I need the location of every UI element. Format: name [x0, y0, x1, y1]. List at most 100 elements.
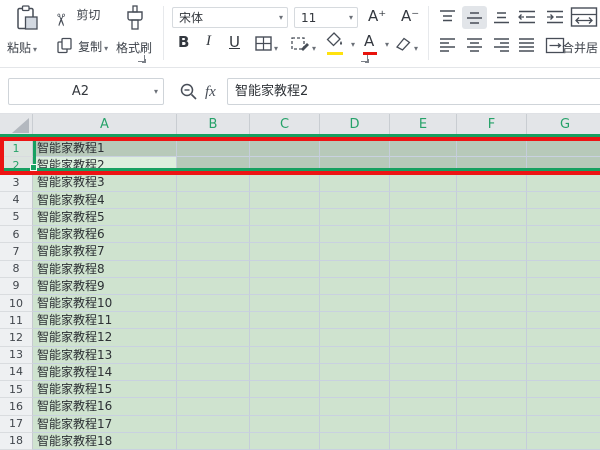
column-header-A[interactable]: A — [33, 114, 177, 135]
cell-B7[interactable] — [177, 243, 250, 261]
cell-G17[interactable] — [527, 415, 600, 433]
increase-indent-button[interactable] — [545, 9, 565, 29]
cell-B10[interactable] — [177, 294, 250, 313]
cell-B11[interactable] — [177, 312, 250, 330]
cell-B6[interactable] — [177, 226, 250, 244]
cell-G15[interactable] — [527, 381, 600, 399]
cell-G14[interactable] — [527, 363, 600, 382]
cell-A6[interactable]: 智能家教程6 — [33, 226, 177, 244]
cell-G2[interactable] — [527, 157, 600, 175]
row-header-18[interactable]: 18 — [0, 432, 33, 450]
cell-C16[interactable] — [250, 398, 320, 416]
cell-E2[interactable] — [390, 157, 457, 175]
row-header-9[interactable]: 9 — [0, 277, 33, 295]
cell-E4[interactable] — [390, 191, 457, 209]
justify-button[interactable] — [517, 37, 536, 57]
formula-input[interactable]: 智能家教程2 — [227, 78, 600, 105]
cell-F6[interactable] — [457, 226, 527, 244]
copy-button[interactable]: 复制 ▾ — [56, 36, 108, 55]
name-box[interactable]: A2 ▾ — [8, 78, 164, 105]
cell-A2[interactable]: 智能家教程2 — [33, 157, 177, 175]
cell-D11[interactable] — [320, 312, 390, 330]
merge-center-icon[interactable] — [570, 6, 598, 32]
column-header-D[interactable]: D — [320, 114, 390, 135]
cell-A18[interactable]: 智能家教程18 — [33, 432, 177, 450]
cell-G8[interactable] — [527, 260, 600, 278]
cell-C17[interactable] — [250, 415, 320, 433]
cell-G3[interactable] — [527, 174, 600, 192]
cell-D3[interactable] — [320, 174, 390, 192]
cell-C5[interactable] — [250, 208, 320, 227]
cell-A16[interactable]: 智能家教程16 — [33, 398, 177, 416]
cell-D17[interactable] — [320, 415, 390, 433]
cell-F8[interactable] — [457, 260, 527, 278]
cut-button[interactable]: ✂ 剪切 — [50, 6, 100, 30]
font-color-dropdown-icon[interactable]: ▾ — [385, 40, 389, 49]
cell-A10[interactable]: 智能家教程10 — [33, 294, 177, 313]
row-header-4[interactable]: 4 — [0, 191, 33, 209]
cell-D8[interactable] — [320, 260, 390, 278]
fx-insert-function[interactable]: fx — [205, 84, 216, 101]
cell-D7[interactable] — [320, 243, 390, 261]
cell-G7[interactable] — [527, 243, 600, 261]
cell-C11[interactable] — [250, 312, 320, 330]
cell-F5[interactable] — [457, 208, 527, 227]
cell-A7[interactable]: 智能家教程7 — [33, 243, 177, 261]
cell-F14[interactable] — [457, 363, 527, 382]
cell-C2[interactable] — [250, 157, 320, 175]
cell-E18[interactable] — [390, 432, 457, 450]
format-painter-icon[interactable] — [122, 4, 148, 33]
cell-C4[interactable] — [250, 191, 320, 209]
cell-G6[interactable] — [527, 226, 600, 244]
cell-G16[interactable] — [527, 398, 600, 416]
cell-C8[interactable] — [250, 260, 320, 278]
align-bottom-button[interactable] — [492, 9, 511, 29]
cell-F1[interactable] — [457, 140, 527, 158]
row-header-6[interactable]: 6 — [0, 226, 33, 244]
cell-D12[interactable] — [320, 329, 390, 347]
cell-B3[interactable] — [177, 174, 250, 192]
draw-border-button[interactable]: ▾ — [291, 36, 316, 55]
row-header-16[interactable]: 16 — [0, 398, 33, 416]
font-color-button[interactable]: A — [361, 31, 381, 56]
cell-A3[interactable]: 智能家教程3 — [33, 174, 177, 192]
cell-F9[interactable] — [457, 277, 527, 295]
decrease-indent-button[interactable] — [517, 9, 537, 29]
cell-F17[interactable] — [457, 415, 527, 433]
row-header-3[interactable]: 3 — [0, 174, 33, 192]
cell-C14[interactable] — [250, 363, 320, 382]
paste-icon[interactable] — [14, 4, 40, 33]
cell-E13[interactable] — [390, 346, 457, 364]
row-header-5[interactable]: 5 — [0, 208, 33, 227]
cell-A8[interactable]: 智能家教程8 — [33, 260, 177, 278]
cell-A13[interactable]: 智能家教程13 — [33, 346, 177, 364]
row-header-7[interactable]: 7 — [0, 243, 33, 261]
merge-center-button[interactable]: 合并居 — [562, 37, 598, 56]
font-dialog-launcher-icon[interactable] — [361, 55, 368, 62]
cell-C6[interactable] — [250, 226, 320, 244]
cell-E12[interactable] — [390, 329, 457, 347]
cell-C3[interactable] — [250, 174, 320, 192]
cell-B16[interactable] — [177, 398, 250, 416]
cell-E3[interactable] — [390, 174, 457, 192]
cell-B12[interactable] — [177, 329, 250, 347]
cell-D18[interactable] — [320, 432, 390, 450]
cell-F18[interactable] — [457, 432, 527, 450]
shrink-font-button[interactable]: A⁻ — [401, 7, 419, 25]
column-header-B[interactable]: B — [177, 114, 250, 135]
cell-E15[interactable] — [390, 381, 457, 399]
cell-C15[interactable] — [250, 381, 320, 399]
align-middle-button[interactable] — [462, 6, 487, 29]
font-name-select[interactable]: 宋体 ▾ — [172, 7, 288, 28]
cell-B1[interactable] — [177, 140, 250, 158]
cell-G11[interactable] — [527, 312, 600, 330]
cell-D4[interactable] — [320, 191, 390, 209]
italic-button[interactable]: I — [206, 33, 211, 50]
cell-A5[interactable]: 智能家教程5 — [33, 208, 177, 227]
cell-A12[interactable]: 智能家教程12 — [33, 329, 177, 347]
cell-F16[interactable] — [457, 398, 527, 416]
cell-E16[interactable] — [390, 398, 457, 416]
cell-E8[interactable] — [390, 260, 457, 278]
cell-D1[interactable] — [320, 140, 390, 158]
cell-A15[interactable]: 智能家教程15 — [33, 381, 177, 399]
